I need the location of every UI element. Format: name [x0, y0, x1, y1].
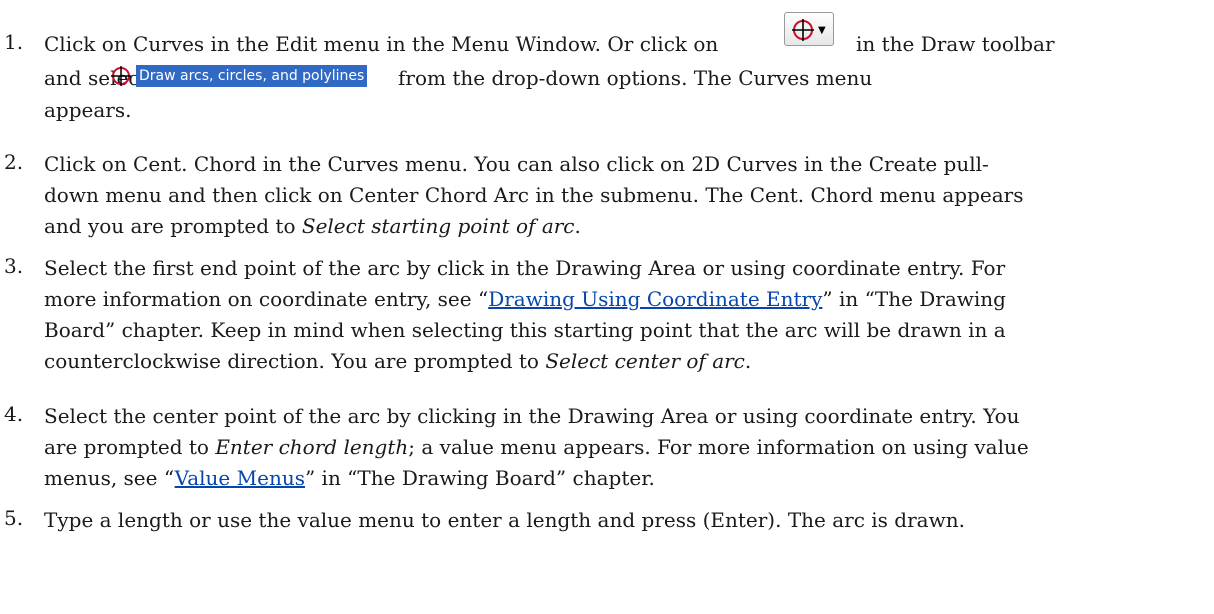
- step-4-line1: Select the center point of the arc by cl…: [44, 404, 1020, 428]
- value-menus-link[interactable]: Value Menus: [175, 466, 305, 490]
- draw-arcs-option[interactable]: Draw arcs, circles, and polylines: [110, 64, 368, 88]
- step-2-line1: Click on Cent. Chord in the Curves menu.…: [44, 152, 989, 176]
- step-number: 5.: [4, 506, 24, 530]
- circle-crosshair-icon: [111, 66, 131, 86]
- step-1-line2-b: from the drop-down options. The Curves m…: [398, 66, 873, 90]
- step-4-prompt: Enter chord length: [215, 435, 409, 459]
- step-3-line1: Select the first end point of the arc by…: [44, 256, 1006, 280]
- step-number: 4.: [4, 402, 24, 426]
- step-2-line2: down menu and then click on Center Chord…: [44, 183, 1024, 207]
- step-number: 1.: [4, 30, 24, 54]
- step-number: 3.: [4, 254, 24, 278]
- step-3-line4-b: .: [744, 349, 752, 373]
- draw-curves-icon: [792, 19, 814, 41]
- step-1-text-b: in the Draw toolbar: [856, 32, 1055, 56]
- step-5-line1: Type a length or use the value menu to e…: [44, 508, 965, 532]
- step-1-text-a: Click on Curves in the Edit menu in the …: [44, 32, 719, 56]
- step-2-line3-b: .: [574, 214, 581, 238]
- step-4-line2-b: ; a value menu appears. For more informa…: [408, 435, 1029, 459]
- chevron-down-icon: ▼: [818, 25, 826, 36]
- step-3-line3: Board” chapter. Keep in mind when select…: [44, 318, 1006, 342]
- step-3-line4-a: counterclockwise direction. You are prom…: [44, 349, 546, 373]
- step-number: 2.: [4, 150, 24, 174]
- step-4-line3-a: menus, see “: [44, 466, 175, 490]
- step-2-prompt: Select starting point of arc: [301, 214, 575, 238]
- draw-arcs-option-label: Draw arcs, circles, and polylines: [136, 65, 368, 87]
- draw-curves-toolbar-button[interactable]: ▼: [784, 12, 834, 46]
- step-2-line3-a: and you are prompted to: [44, 214, 302, 238]
- coordinate-entry-link[interactable]: Drawing Using Coordinate Entry: [488, 287, 822, 311]
- step-4-line2-a: are prompted to: [44, 435, 216, 459]
- step-3-prompt: Select center of arc: [545, 349, 745, 373]
- step-3-line2-b: ” in “The Drawing: [822, 287, 1006, 311]
- step-3-line2-a: more information on coordinate entry, se…: [44, 287, 489, 311]
- step-1-line3: appears.: [44, 98, 132, 122]
- step-4-line3-b: ” in “The Drawing Board” chapter.: [304, 466, 655, 490]
